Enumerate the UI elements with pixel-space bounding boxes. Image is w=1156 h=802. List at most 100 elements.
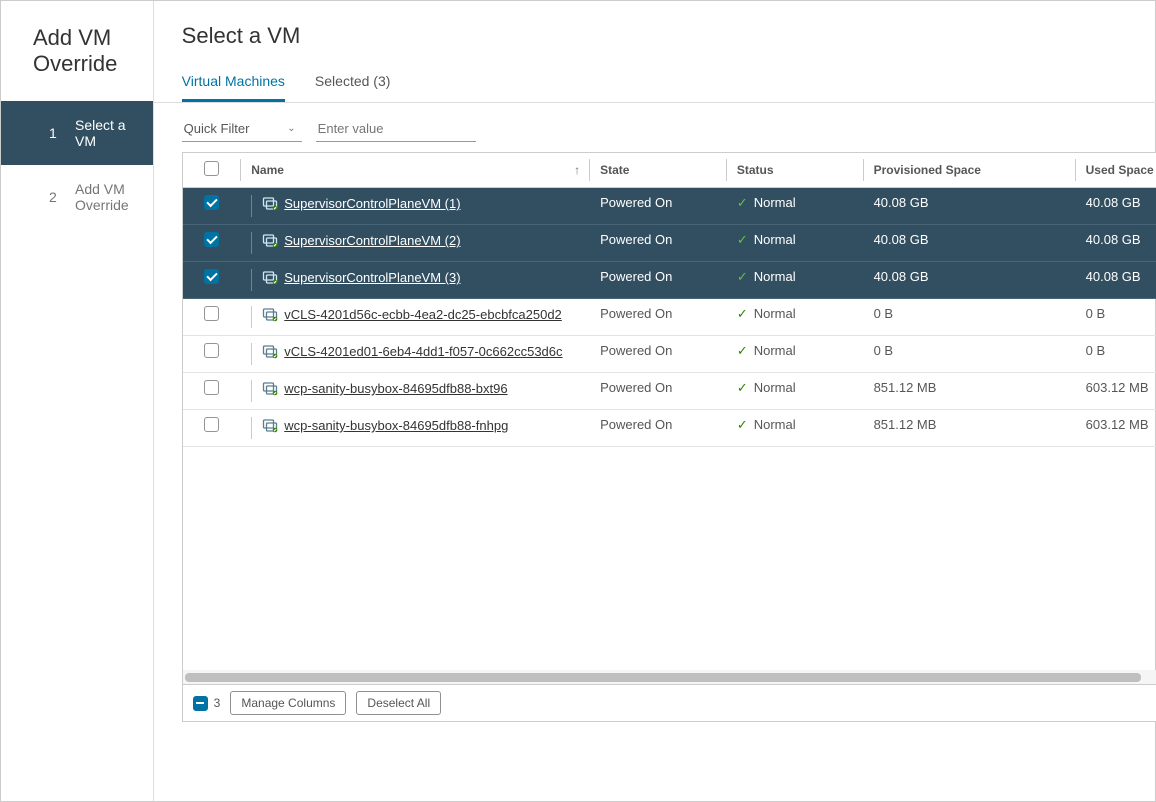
vm-name-link[interactable]: SupervisorControlPlaneVM (3) bbox=[284, 269, 460, 287]
used-cell: 40.08 GB bbox=[1076, 188, 1156, 225]
step-label: Add VM Override bbox=[75, 181, 129, 213]
status-text: Normal bbox=[754, 380, 796, 395]
table-row[interactable]: SupervisorControlPlaneVM (3) Powered On ✓… bbox=[183, 262, 1156, 299]
wizard-sidebar: Add VM Override 1Select a VM2Add VM Over… bbox=[1, 1, 154, 801]
status-text: Normal bbox=[754, 195, 796, 210]
column-header-used[interactable]: Used Space bbox=[1076, 153, 1156, 188]
column-header-status[interactable]: Status bbox=[727, 153, 864, 188]
state-cell: Powered On bbox=[590, 299, 727, 336]
vm-icon bbox=[262, 418, 278, 434]
step-label: Select a VM bbox=[75, 117, 129, 149]
provisioned-cell: 0 B bbox=[864, 336, 1076, 373]
row-checkbox[interactable] bbox=[204, 232, 219, 247]
used-cell: 603.12 MB bbox=[1076, 373, 1156, 410]
status-text: Normal bbox=[754, 269, 796, 284]
select-all-checkbox[interactable] bbox=[204, 161, 219, 176]
used-cell: 0 B bbox=[1076, 299, 1156, 336]
state-cell: Powered On bbox=[590, 188, 727, 225]
scrollbar-thumb[interactable] bbox=[185, 673, 1142, 682]
row-checkbox[interactable] bbox=[204, 269, 219, 284]
row-divider bbox=[251, 417, 252, 439]
state-cell: Powered On bbox=[590, 373, 727, 410]
vm-icon bbox=[262, 307, 278, 323]
row-divider bbox=[251, 232, 252, 254]
row-divider bbox=[251, 195, 252, 217]
status-text: Normal bbox=[754, 417, 796, 432]
table-row[interactable]: wcp-sanity-busybox-84695dfb88-bxt96 Powe… bbox=[183, 373, 1156, 410]
sidebar-title: Add VM Override bbox=[1, 1, 153, 101]
table-footer: 3 Manage Columns Deselect All 7 items bbox=[183, 684, 1156, 721]
vm-icon bbox=[262, 344, 278, 360]
row-checkbox[interactable] bbox=[204, 417, 219, 432]
quick-filter-dropdown[interactable]: Quick Filter ⌄ bbox=[182, 117, 302, 142]
row-divider bbox=[251, 269, 252, 291]
used-cell: 40.08 GB bbox=[1076, 225, 1156, 262]
table-row[interactable]: SupervisorControlPlaneVM (2) Powered On ✓… bbox=[183, 225, 1156, 262]
content-header: Select a VM ✕ bbox=[154, 1, 1156, 55]
table-row[interactable]: vCLS-4201ed01-6eb4-4dd1-f057-0c662cc53d6… bbox=[183, 336, 1156, 373]
chevron-down-icon: ⌄ bbox=[287, 123, 295, 134]
used-cell: 40.08 GB bbox=[1076, 262, 1156, 299]
status-ok-icon: ✓ bbox=[737, 232, 748, 249]
status-ok-icon: ✓ bbox=[737, 269, 748, 286]
vm-name-link[interactable]: wcp-sanity-busybox-84695dfb88-bxt96 bbox=[284, 380, 507, 398]
vm-icon bbox=[262, 270, 278, 286]
status-text: Normal bbox=[754, 306, 796, 321]
state-cell: Powered On bbox=[590, 262, 727, 299]
status-ok-icon: ✓ bbox=[737, 195, 748, 212]
row-checkbox[interactable] bbox=[204, 343, 219, 358]
provisioned-cell: 851.12 MB bbox=[864, 373, 1076, 410]
vm-icon bbox=[262, 233, 278, 249]
state-cell: Powered On bbox=[590, 336, 727, 373]
column-header-provisioned[interactable]: Provisioned Space bbox=[864, 153, 1076, 188]
filter-bar: Quick Filter ⌄ bbox=[154, 103, 1156, 152]
column-header-name[interactable]: Name ↑ bbox=[241, 153, 590, 188]
tab[interactable]: Selected (3) bbox=[315, 73, 390, 102]
vm-icon bbox=[262, 196, 278, 212]
row-checkbox[interactable] bbox=[204, 380, 219, 395]
state-cell: Powered On bbox=[590, 225, 727, 262]
status-ok-icon: ✓ bbox=[737, 343, 748, 360]
row-checkbox[interactable] bbox=[204, 306, 219, 321]
header-checkbox-cell bbox=[183, 153, 242, 188]
column-header-state[interactable]: State bbox=[590, 153, 727, 188]
wizard-step[interactable]: 2Add VM Override bbox=[1, 165, 153, 229]
sort-ascending-icon: ↑ bbox=[574, 163, 580, 177]
vm-icon bbox=[262, 381, 278, 397]
tabs: Virtual Machines Selected (3) bbox=[154, 55, 1156, 103]
row-divider bbox=[251, 306, 252, 328]
tab[interactable]: Virtual Machines bbox=[182, 73, 285, 102]
provisioned-cell: 40.08 GB bbox=[864, 188, 1076, 225]
status-text: Normal bbox=[754, 343, 796, 358]
vm-name-link[interactable]: vCLS-4201ed01-6eb4-4dd1-f057-0c662cc53d6… bbox=[284, 343, 562, 361]
provisioned-cell: 40.08 GB bbox=[864, 262, 1076, 299]
wizard-step[interactable]: 1Select a VM bbox=[1, 101, 153, 165]
vm-name-link[interactable]: SupervisorControlPlaneVM (2) bbox=[284, 232, 460, 250]
provisioned-cell: 0 B bbox=[864, 299, 1076, 336]
state-cell: Powered On bbox=[590, 410, 727, 447]
horizontal-scrollbar[interactable] bbox=[183, 670, 1156, 684]
row-divider bbox=[251, 380, 252, 402]
selection-indicator-checkbox[interactable] bbox=[193, 696, 208, 711]
content-pane: Select a VM ✕ Virtual Machines Selected (… bbox=[154, 1, 1156, 801]
manage-columns-button[interactable]: Manage Columns bbox=[230, 691, 346, 715]
page-title: Select a VM bbox=[182, 23, 301, 49]
vm-name-link[interactable]: SupervisorControlPlaneVM (1) bbox=[284, 195, 460, 213]
status-ok-icon: ✓ bbox=[737, 417, 748, 434]
used-cell: 603.12 MB bbox=[1076, 410, 1156, 447]
status-text: Normal bbox=[754, 232, 796, 247]
table-row[interactable]: vCLS-4201d56c-ecbb-4ea2-dc25-ebcbfca250d… bbox=[183, 299, 1156, 336]
table-row[interactable]: wcp-sanity-busybox-84695dfb88-fnhpg Powe… bbox=[183, 410, 1156, 447]
status-ok-icon: ✓ bbox=[737, 306, 748, 323]
table-row[interactable]: SupervisorControlPlaneVM (1) Powered On ✓… bbox=[183, 188, 1156, 225]
filter-input[interactable] bbox=[316, 117, 476, 142]
vm-name-link[interactable]: vCLS-4201d56c-ecbb-4ea2-dc25-ebcbfca250d… bbox=[284, 306, 562, 324]
row-checkbox[interactable] bbox=[204, 195, 219, 210]
row-divider bbox=[251, 343, 252, 365]
vm-name-link[interactable]: wcp-sanity-busybox-84695dfb88-fnhpg bbox=[284, 417, 508, 435]
quick-filter-label: Quick Filter bbox=[184, 121, 250, 136]
deselect-all-button[interactable]: Deselect All bbox=[356, 691, 441, 715]
selected-count: 3 bbox=[214, 696, 221, 710]
provisioned-cell: 40.08 GB bbox=[864, 225, 1076, 262]
vm-table: Name ↑ State Status Provisioned Space Us… bbox=[182, 152, 1156, 722]
